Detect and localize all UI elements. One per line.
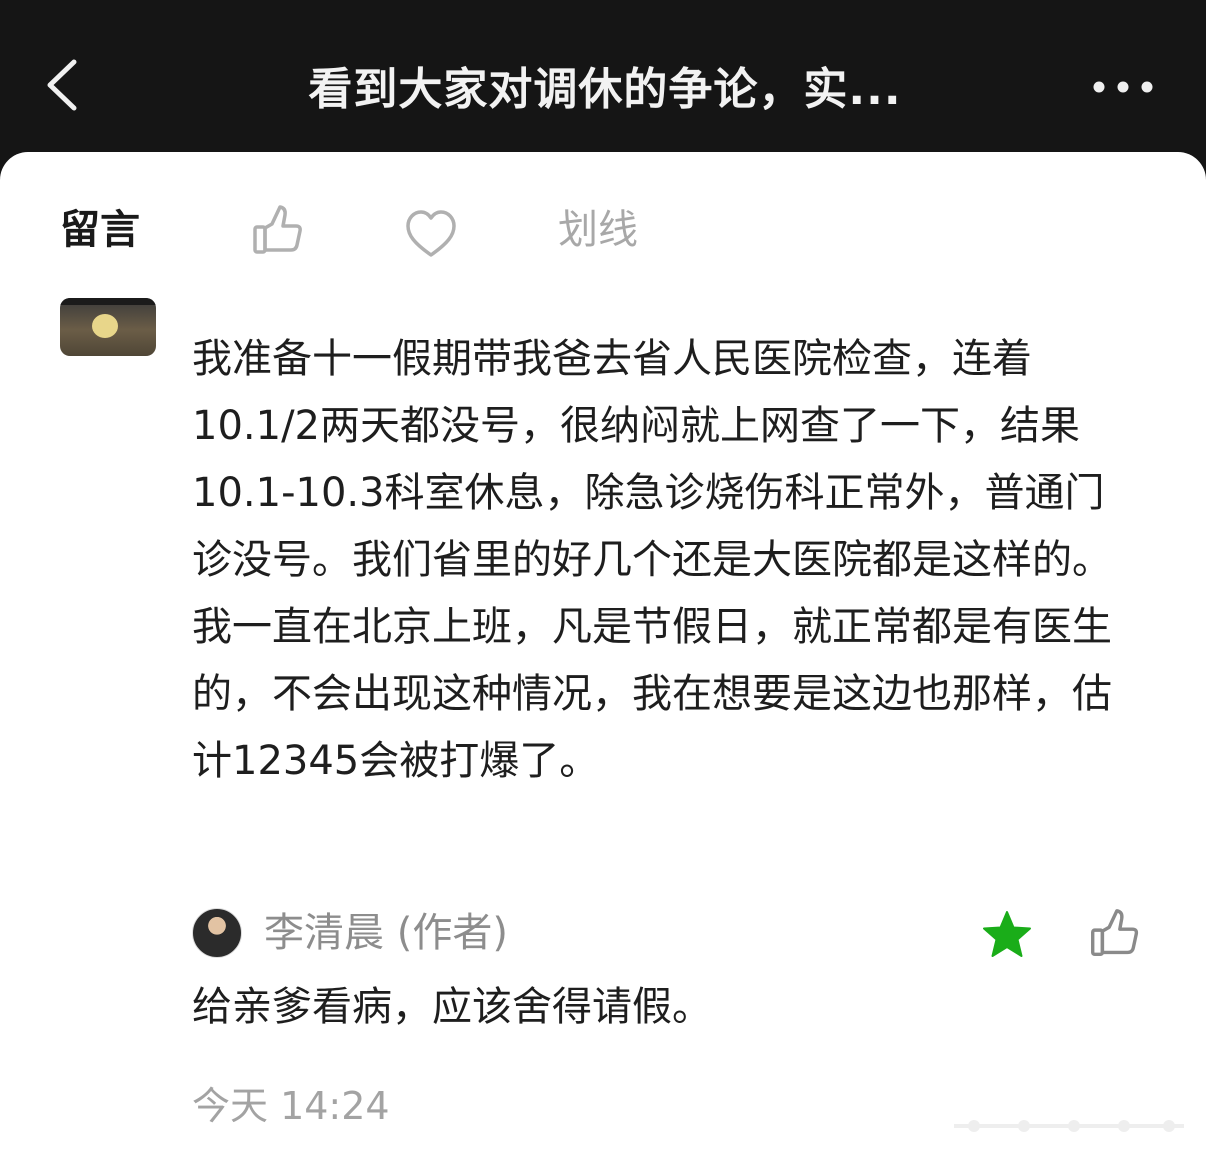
heart-icon	[406, 210, 456, 257]
reply-timestamp: 今天 14:24	[192, 1084, 390, 1128]
more-button[interactable]	[1088, 70, 1158, 104]
back-button[interactable]	[36, 52, 96, 118]
tab-likes[interactable]	[246, 200, 308, 262]
reply-like-button[interactable]	[1084, 904, 1144, 964]
comment-paragraph-1: 我准备十一假期带我爸去省人民医院检查，连着10.1/2两天都没号，很纳闷就上网查…	[192, 336, 1112, 583]
comment-paragraph-2: 我一直在北京上班，凡是节假日，就正常都是有医生的，不会出现这种情况，我在想要是这…	[192, 604, 1112, 784]
tab-underlines[interactable]: 划线	[558, 202, 638, 258]
article-title: 看到大家对调休的争论，实...	[308, 64, 902, 115]
comment-body: 我准备十一假期带我爸去省人民医院检查，连着10.1/2两天都没号，很纳闷就上网查…	[192, 326, 1142, 795]
avatar-ball-shape	[92, 314, 118, 338]
ellipsis-icon	[1093, 81, 1153, 93]
tab-favorites[interactable]	[400, 202, 462, 264]
avatar-top-bar	[60, 298, 156, 305]
tab-bar: 留言 划线	[0, 152, 1206, 302]
reply-author-name: 李清晨 (作者)	[264, 910, 508, 956]
thumbs-up-icon	[253, 205, 302, 254]
top-bar: 看到大家对调休的争论，实...	[0, 0, 1206, 170]
featured-star-button[interactable]	[980, 908, 1034, 962]
chevron-left-icon	[47, 59, 77, 111]
tab-comments[interactable]: 留言	[60, 202, 140, 258]
thumbs-up-icon	[1091, 909, 1139, 957]
watermark-decoration	[954, 1120, 1184, 1132]
comment-sheet: 留言 划线 我准备十一假期带我爸去省人民医院检查，连着10.1/2两天都没号，很…	[0, 152, 1206, 1152]
commenter-avatar[interactable]	[60, 298, 156, 356]
star-icon	[983, 911, 1031, 957]
reply-body: 给亲爹看病，应该舍得请假。	[192, 984, 712, 1030]
author-avatar[interactable]	[192, 908, 242, 958]
